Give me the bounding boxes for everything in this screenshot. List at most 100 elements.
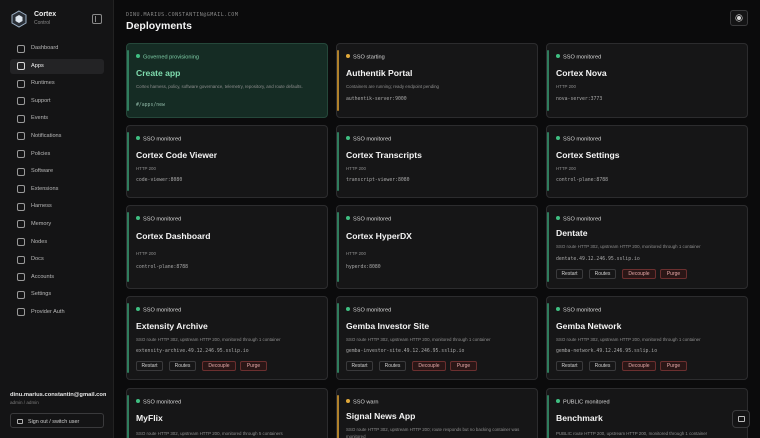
app-card-authentik-portal[interactable]: SSO starting Authentik Portal Containers… [336, 43, 538, 118]
app-endpoint: code-viewer:8080 [136, 178, 183, 183]
brand-name: Cortex [34, 11, 57, 18]
sidebar-item-apps[interactable]: Apps [10, 58, 104, 74]
app-card-cortex-hyperdx[interactable]: SSO monitored Cortex HyperDX HTTP 200 hy… [336, 205, 538, 289]
app-description: HTTP 200 [556, 84, 576, 89]
decouple-button[interactable]: Decouple [622, 361, 656, 371]
sidebar-item-label: Events [31, 115, 49, 122]
sidebar-item-label: Nodes [31, 238, 48, 245]
app-card-cortex-transcripts[interactable]: SSO monitored Cortex Transcripts HTTP 20… [336, 125, 538, 198]
status-dot [556, 399, 560, 403]
status-badge: SSO monitored [136, 216, 181, 223]
app-card-extensity-archive[interactable]: SSO monitored Extensity Archive SSO rout… [126, 296, 328, 380]
app-endpoint: control-plane:8788 [556, 178, 608, 183]
sidebar-item-nodes[interactable]: Nodes [10, 235, 104, 250]
status-dot [556, 307, 560, 311]
sidebar-item-provider-auth[interactable]: Provider Auth [10, 305, 104, 320]
pulse-icon [17, 44, 25, 53]
app-description: SSO route HTTP 302, upstream HTTP 200, m… [136, 337, 281, 342]
app-card-myflix[interactable]: SSO monitored MyFlix SSO route HTTP 302,… [126, 388, 328, 438]
page-title: Deployments [126, 20, 192, 32]
decouple-button[interactable]: Decouple [202, 361, 236, 371]
sidebar-item-extensions[interactable]: Extensions [10, 182, 104, 197]
app-description: PUBLIC route HTTP 200, upstream HTTP 200… [556, 431, 708, 436]
sidebar-item-label: Memory [31, 220, 52, 227]
routes-button[interactable]: Routes [379, 361, 406, 371]
key-icon [17, 308, 25, 317]
status-badge: SSO monitored [136, 307, 181, 314]
purge-button[interactable]: Purge [450, 361, 477, 371]
account-email: DINU.MARIUS.CONSTANTIN@GMAIL.COM [126, 12, 239, 18]
app-name: MyFlix [136, 413, 163, 423]
book-icon [17, 255, 25, 264]
restart-button[interactable]: Restart [346, 361, 373, 371]
sidebar-item-accounts[interactable]: Accounts [10, 270, 104, 285]
app-name: Cortex Dashboard [136, 231, 211, 241]
app-card-gemba-network[interactable]: SSO monitored Gemba Network SSO route HT… [546, 296, 748, 380]
purge-button[interactable]: Purge [660, 361, 687, 371]
sidebar-item-memory[interactable]: Memory [10, 217, 104, 232]
sidebar-item-events[interactable]: Events [10, 111, 104, 126]
restart-button[interactable]: Restart [556, 269, 583, 279]
sidebar-item-software[interactable]: Software [10, 164, 104, 179]
app-endpoint: authentik-server:9000 [346, 97, 407, 102]
signout-label: Sign out / switch user [28, 418, 80, 425]
app-endpoint: hyperdx:8080 [346, 265, 381, 270]
sidebar-item-policies[interactable]: Policies [10, 147, 104, 162]
app-description: SSO route HTTP 302, upstream HTTP 200, m… [556, 337, 701, 342]
decouple-button[interactable]: Decouple [412, 361, 446, 371]
routes-button[interactable]: Routes [169, 361, 196, 371]
routes-button[interactable]: Routes [589, 361, 616, 371]
chat-button[interactable] [732, 410, 750, 428]
app-card-cortex-code-viewer[interactable]: SSO monitored Cortex Code Viewer HTTP 20… [126, 125, 328, 198]
list-icon [17, 114, 25, 123]
package-icon [17, 167, 25, 176]
status-dot [556, 216, 560, 220]
app-description: Cortex harness, policy, software governa… [136, 84, 303, 89]
app-endpoint: nova-server:3773 [556, 97, 603, 102]
status-dot [136, 136, 140, 140]
restart-button[interactable]: Restart [136, 361, 163, 371]
brand[interactable]: Cortex Control [10, 10, 104, 28]
app-card-signal-news-app[interactable]: SSO warn Signal News App SSO route HTTP … [336, 388, 538, 438]
theme-toggle-button[interactable] [730, 10, 748, 26]
sidebar-item-docs[interactable]: Docs [10, 252, 104, 267]
sidebar-item-dashboard[interactable]: Dashboard [10, 41, 104, 56]
app-description: HTTP 200 [136, 251, 156, 256]
sidebar-item-label: Apps [31, 62, 44, 69]
sidebar-item-runtimes[interactable]: Runtimes [10, 76, 104, 91]
status-badge: PUBLIC monitored [556, 399, 610, 406]
status-dot [346, 136, 350, 140]
restart-button[interactable]: Restart [556, 361, 583, 371]
purge-button[interactable]: Purge [240, 361, 267, 371]
app-card-create-app[interactable]: Governed provisioning Create app Cortex … [126, 43, 328, 118]
user-role: admin / admin [10, 400, 39, 405]
grid-icon [17, 62, 25, 71]
sidebar-item-notifications[interactable]: Notifications [10, 129, 104, 144]
sidebar-item-support[interactable]: Support [10, 94, 104, 109]
signout-icon [17, 418, 23, 424]
app-card-dentate[interactable]: SSO monitored Dentate SSO route HTTP 302… [546, 205, 748, 289]
status-dot [136, 216, 140, 220]
sidebar-collapse-icon[interactable] [92, 14, 102, 24]
purge-button[interactable]: Purge [660, 269, 687, 279]
app-card-cortex-nova[interactable]: SSO monitored Cortex Nova HTTP 200 nova-… [546, 43, 748, 118]
app-card-cortex-dashboard[interactable]: SSO monitored Cortex Dashboard HTTP 200 … [126, 205, 328, 289]
app-endpoint: control-plane:8788 [136, 265, 188, 270]
app-card-cortex-settings[interactable]: SSO monitored Cortex Settings HTTP 200 c… [546, 125, 748, 198]
chat-icon [738, 416, 745, 422]
status-badge: SSO starting [346, 54, 385, 61]
status-badge: SSO monitored [556, 136, 601, 143]
app-card-benchmark[interactable]: PUBLIC monitored Benchmark PUBLIC route … [546, 388, 748, 438]
sidebar-item-harness[interactable]: Harness [10, 199, 104, 214]
app-name: Cortex Nova [556, 68, 607, 78]
routes-button[interactable]: Routes [589, 269, 616, 279]
status-badge: SSO warn [346, 399, 379, 406]
app-endpoint: gemba-network.49.12.246.95.sslip.io [556, 349, 658, 354]
status-dot [556, 54, 560, 58]
cortex-logo-icon [11, 10, 27, 28]
decouple-button[interactable]: Decouple [622, 269, 656, 279]
signout-button[interactable]: Sign out / switch user [10, 413, 104, 428]
app-name: Benchmark [556, 413, 603, 423]
sidebar-item-settings[interactable]: Settings [10, 287, 104, 302]
app-card-gemba-investor-site[interactable]: SSO monitored Gemba Investor Site SSO ro… [336, 296, 538, 380]
